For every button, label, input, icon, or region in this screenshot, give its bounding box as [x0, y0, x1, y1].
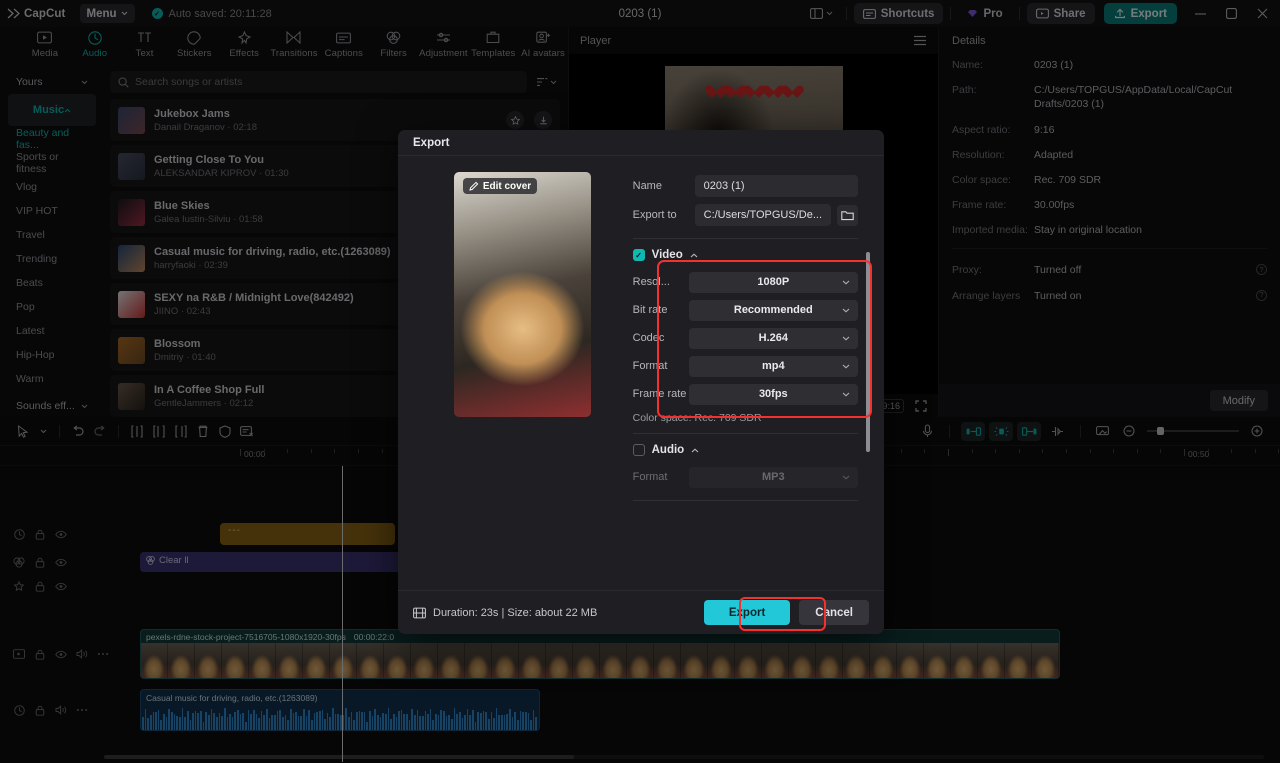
video-settings-list: Resol... 1080P Bit rate Recommended Codec H.2…	[633, 268, 858, 408]
video-setting-label: Format	[633, 360, 689, 372]
chevron-down-icon	[842, 278, 850, 287]
video-setting-row-format: Format mp4	[633, 352, 858, 380]
video-setting-label: Resol...	[633, 276, 689, 288]
audio-format-row: Format MP3	[633, 463, 858, 491]
browse-folder-button[interactable]	[837, 205, 858, 226]
export-form: Name 0203 (1) Export to C:/Users/TOPGUS/…	[633, 172, 870, 590]
video-setting-select-frame-rate[interactable]: 30fps	[689, 384, 858, 405]
cover-column: Edit cover	[412, 172, 633, 590]
video-setting-row-bit-rate: Bit rate Recommended	[633, 296, 858, 324]
video-setting-row-codec: Codec H.264	[633, 324, 858, 352]
audio-format-label: Format	[633, 471, 689, 483]
video-section-header: ✓ Video	[633, 244, 858, 266]
divider	[633, 500, 858, 501]
cover-thumbnail[interactable]: Edit cover	[454, 172, 591, 417]
divider	[633, 433, 858, 434]
video-setting-select-bit-rate[interactable]: Recommended	[689, 300, 858, 321]
video-setting-value: 1080P	[757, 276, 789, 288]
audio-section-header: Audio	[633, 439, 858, 461]
audio-section-label: Audio	[652, 444, 685, 456]
form-scrollbar[interactable]	[866, 252, 870, 452]
name-input[interactable]: 0203 (1)	[695, 175, 858, 197]
audio-format-value: MP3	[762, 471, 785, 483]
edit-cover-button[interactable]: Edit cover	[463, 178, 537, 194]
export-to-label: Export to	[633, 209, 695, 221]
chevron-down-icon	[842, 306, 850, 315]
duration-info: Duration: 23s | Size: about 22 MB	[413, 607, 597, 619]
duration-text: Duration: 23s | Size: about 22 MB	[433, 607, 597, 619]
export-to-path: C:/Users/TOPGUS/De...	[695, 204, 858, 226]
edit-pencil-icon	[469, 181, 479, 191]
audio-format-select[interactable]: MP3	[689, 467, 858, 488]
dialog-cancel-button[interactable]: Cancel	[799, 600, 869, 625]
chevron-down-icon	[842, 334, 850, 343]
video-setting-label: Frame rate	[633, 388, 689, 400]
edit-cover-label: Edit cover	[483, 181, 531, 192]
video-setting-row-resol: Resol... 1080P	[633, 268, 858, 296]
video-setting-value: Recommended	[734, 304, 813, 316]
export-to-row: Export to C:/Users/TOPGUS/De...	[633, 201, 858, 229]
video-setting-value: 30fps	[759, 388, 788, 400]
video-setting-value: H.264	[759, 332, 788, 344]
export-dialog-title: Export	[398, 130, 884, 156]
name-label: Name	[633, 180, 695, 192]
chevron-down-icon	[842, 475, 850, 480]
color-space-note: Color space: Rec. 709 SDR	[633, 408, 858, 424]
dialog-export-button[interactable]: Export	[704, 600, 790, 625]
video-setting-select-codec[interactable]: H.264	[689, 328, 858, 349]
video-setting-label: Bit rate	[633, 304, 689, 316]
video-setting-select-resol[interactable]: 1080P	[689, 272, 858, 293]
export-path-input[interactable]: C:/Users/TOPGUS/De...	[695, 204, 831, 226]
chevron-down-icon	[842, 362, 850, 371]
chevron-up-icon[interactable]	[691, 448, 699, 453]
footer-buttons: Export Cancel	[704, 600, 869, 625]
export-dialog: Export Edit cover Name 0203 (1)	[398, 130, 884, 634]
video-checkbox[interactable]: ✓	[633, 249, 645, 261]
export-form-scroll: Name 0203 (1) Export to C:/Users/TOPGUS/…	[633, 172, 870, 502]
video-setting-label: Codec	[633, 332, 689, 344]
video-section-label: Video	[652, 249, 683, 261]
audio-checkbox[interactable]	[633, 444, 645, 456]
capcut-window: CapCut Menu ✓ Auto saved: 20:11:28 0203 …	[0, 0, 1280, 763]
video-setting-value: mp4	[762, 360, 785, 372]
name-row: Name 0203 (1)	[633, 172, 858, 200]
divider	[633, 238, 858, 239]
video-setting-row-frame-rate: Frame rate 30fps	[633, 380, 858, 408]
video-setting-select-format[interactable]: mp4	[689, 356, 858, 377]
export-dialog-footer: Duration: 23s | Size: about 22 MB Export…	[398, 590, 884, 634]
chevron-up-icon[interactable]	[690, 253, 698, 258]
chevron-down-icon	[842, 390, 850, 399]
film-icon	[413, 607, 426, 619]
export-dialog-body: Edit cover Name 0203 (1) Export to C:/Us…	[398, 156, 884, 590]
